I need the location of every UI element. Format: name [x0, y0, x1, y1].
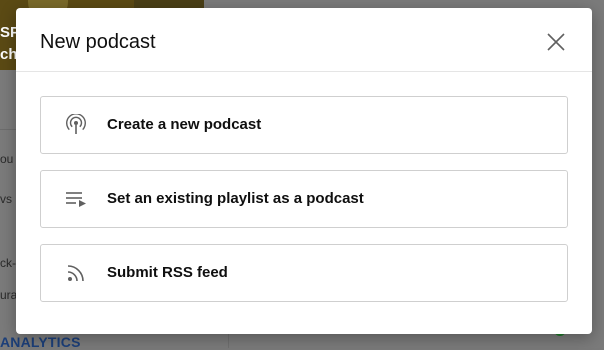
new-podcast-dialog: New podcast Create a new podcast Set an …: [16, 8, 592, 334]
option-label: Submit RSS feed: [107, 264, 228, 281]
podcast-icon: [66, 114, 86, 134]
dialog-header: New podcast: [16, 8, 592, 72]
option-label: Set an existing playlist as a podcast: [107, 190, 364, 207]
option-label: Create a new podcast: [107, 116, 262, 133]
close-button[interactable]: [542, 28, 570, 56]
sidebar-fragment: ou: [0, 152, 14, 166]
create-new-podcast-option[interactable]: Create a new podcast: [40, 96, 568, 154]
rss-feed-icon: [67, 265, 84, 282]
sidebar-fragment: vs: [0, 192, 12, 206]
dialog-title: New podcast: [40, 31, 156, 53]
sidebar-fragment: ck-: [0, 256, 16, 270]
existing-playlist-option[interactable]: Set an existing playlist as a podcast: [40, 170, 568, 228]
submit-rss-feed-option[interactable]: Submit RSS feed: [40, 244, 568, 302]
playlist-play-icon: [66, 192, 86, 207]
sidebar-fragment: ura: [0, 288, 18, 302]
close-icon: [547, 33, 565, 51]
